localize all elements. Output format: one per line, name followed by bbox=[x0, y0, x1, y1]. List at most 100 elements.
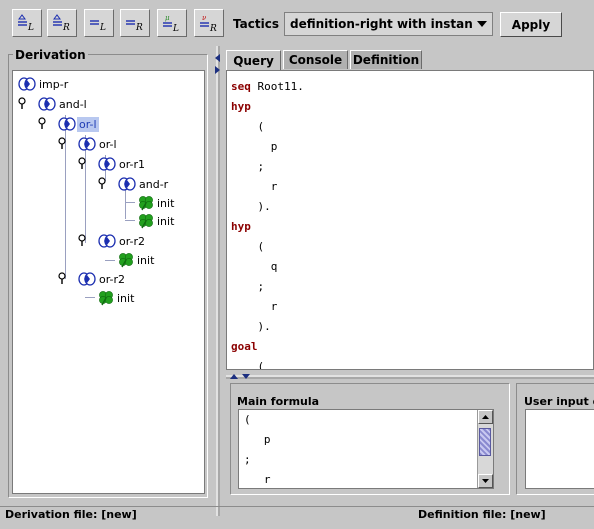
tree-node-label: imp-r bbox=[39, 77, 69, 91]
query-line: ( bbox=[231, 120, 264, 133]
tree-node-label: or-r2 bbox=[99, 272, 126, 286]
sequent-icon[interactable] bbox=[57, 271, 97, 287]
tree-node[interactable]: or-l bbox=[37, 115, 99, 133]
equal-left-icon: L bbox=[90, 20, 106, 32]
sequent-icon[interactable] bbox=[77, 233, 117, 249]
query-line: q bbox=[231, 260, 278, 273]
query-text: q bbox=[231, 260, 278, 273]
svg-text:R: R bbox=[135, 23, 143, 32]
query-text: ( bbox=[231, 120, 265, 133]
query-line: r bbox=[231, 180, 278, 193]
derivation-title: Derivation bbox=[13, 48, 88, 62]
main-formula-line: ; bbox=[244, 453, 251, 466]
scroll-thumb[interactable] bbox=[479, 428, 491, 456]
assume-right-icon: R bbox=[53, 14, 70, 32]
tactics-dropdown[interactable]: definition-right with instantiation bbox=[284, 12, 493, 36]
tree-node-label: or-r1 bbox=[119, 157, 146, 171]
tree-node[interactable]: imp-r bbox=[17, 75, 70, 93]
tree-node[interactable]: and-r bbox=[97, 175, 170, 193]
nu-right-button[interactable]: ν R bbox=[194, 9, 224, 37]
tab-console[interactable]: Console bbox=[283, 50, 348, 69]
mu-left-button[interactable]: μ L bbox=[157, 9, 187, 37]
query-keyword: goal bbox=[231, 340, 258, 353]
tree-node[interactable]: init bbox=[137, 194, 176, 212]
svg-text:R: R bbox=[62, 23, 70, 32]
clover-icon bbox=[117, 252, 135, 268]
tree-node[interactable]: init bbox=[117, 251, 156, 269]
sequent-icon[interactable] bbox=[77, 156, 117, 172]
tree-node-label: or-r2 bbox=[119, 234, 146, 248]
assume-right-button[interactable]: R bbox=[47, 9, 77, 37]
derivation-tree[interactable]: imp-r and-l or-l or-l or-r1 and-r init init or-r… bbox=[12, 70, 205, 494]
svg-text:L: L bbox=[99, 23, 106, 32]
user-input-box[interactable] bbox=[525, 409, 594, 489]
tactics-selected-value: definition-right with instantiation bbox=[290, 17, 472, 31]
query-text: ( bbox=[231, 360, 265, 370]
mu-left-icon: μ L bbox=[163, 14, 179, 32]
tree-node-label: and-l bbox=[59, 97, 87, 111]
horizontal-splitter[interactable] bbox=[226, 371, 594, 379]
main-formula-title: Main formula bbox=[237, 395, 320, 408]
equal-right-button[interactable]: R bbox=[120, 9, 150, 37]
tree-connector bbox=[125, 220, 135, 221]
query-text: ). bbox=[231, 200, 271, 213]
query-line: hyp bbox=[231, 100, 251, 113]
sequent-icon[interactable] bbox=[37, 116, 77, 132]
main-formula-box[interactable]: ( p ; r bbox=[238, 409, 494, 489]
equal-right-icon: R bbox=[126, 20, 143, 32]
tree-node[interactable]: init bbox=[97, 289, 136, 307]
tree-node-label: or-l bbox=[77, 116, 99, 132]
sequent-icon[interactable] bbox=[97, 176, 137, 192]
query-keyword: seq bbox=[231, 80, 251, 93]
tree-node[interactable]: or-r2 bbox=[57, 270, 127, 288]
clover-icon bbox=[97, 290, 115, 306]
definition-file-status: Definition file: [new] bbox=[418, 508, 546, 521]
query-text: p bbox=[231, 140, 278, 153]
scroll-up-icon[interactable] bbox=[478, 410, 493, 424]
query-line: ( bbox=[231, 360, 265, 370]
assume-left-button[interactable]: L bbox=[12, 9, 42, 37]
apply-button[interactable]: Apply bbox=[500, 12, 562, 37]
query-text: ( bbox=[231, 240, 265, 253]
tree-node[interactable]: and-l bbox=[17, 95, 89, 113]
query-text: Root11. bbox=[250, 80, 304, 93]
query-editor[interactable]: seq Root11. hyp ( p ; r ). hyp ( q ; r ). g… bbox=[226, 70, 594, 370]
query-text: r bbox=[231, 300, 278, 313]
query-text: ; bbox=[231, 160, 265, 173]
query-line: hyp bbox=[231, 220, 251, 233]
svg-text:L: L bbox=[27, 23, 34, 32]
tab-definition[interactable]: Definition bbox=[350, 50, 422, 69]
tree-node-label: and-r bbox=[139, 177, 169, 191]
vertical-splitter[interactable] bbox=[213, 46, 223, 526]
query-line: r bbox=[231, 300, 278, 313]
query-line: ). bbox=[231, 200, 271, 213]
sequent-icon[interactable] bbox=[17, 96, 57, 112]
svg-text:ν: ν bbox=[202, 14, 207, 22]
svg-text:μ: μ bbox=[165, 14, 170, 22]
main-formula-line: r bbox=[244, 473, 271, 486]
assume-left-icon: L bbox=[18, 14, 34, 32]
tree-node[interactable]: or-l bbox=[57, 135, 119, 153]
tree-node-label: or-l bbox=[99, 137, 117, 151]
nu-right-icon: ν R bbox=[200, 14, 217, 32]
tactics-label: Tactics bbox=[233, 17, 279, 31]
tree-node[interactable]: init bbox=[137, 212, 176, 230]
tree-node-label: init bbox=[117, 291, 135, 305]
equal-left-button[interactable]: L bbox=[84, 9, 114, 37]
tree-connector bbox=[125, 202, 135, 203]
sequent-icon bbox=[17, 76, 37, 92]
query-line: ; bbox=[231, 160, 264, 173]
tree-node-label: init bbox=[157, 196, 175, 210]
sequent-icon[interactable] bbox=[57, 136, 97, 152]
tree-node[interactable]: or-r2 bbox=[77, 232, 147, 250]
tab-query[interactable]: Query bbox=[226, 50, 281, 70]
main-formula-scrollbar[interactable] bbox=[477, 410, 493, 488]
tree-node[interactable]: or-r1 bbox=[77, 155, 147, 173]
chevron-down-icon[interactable] bbox=[472, 21, 492, 27]
query-line: ; bbox=[231, 280, 264, 293]
query-line: ). bbox=[231, 320, 270, 333]
query-keyword: hyp bbox=[231, 100, 251, 113]
scroll-down-icon[interactable] bbox=[478, 474, 493, 488]
query-keyword: hyp bbox=[231, 220, 251, 233]
tree-node-label: init bbox=[157, 214, 175, 228]
